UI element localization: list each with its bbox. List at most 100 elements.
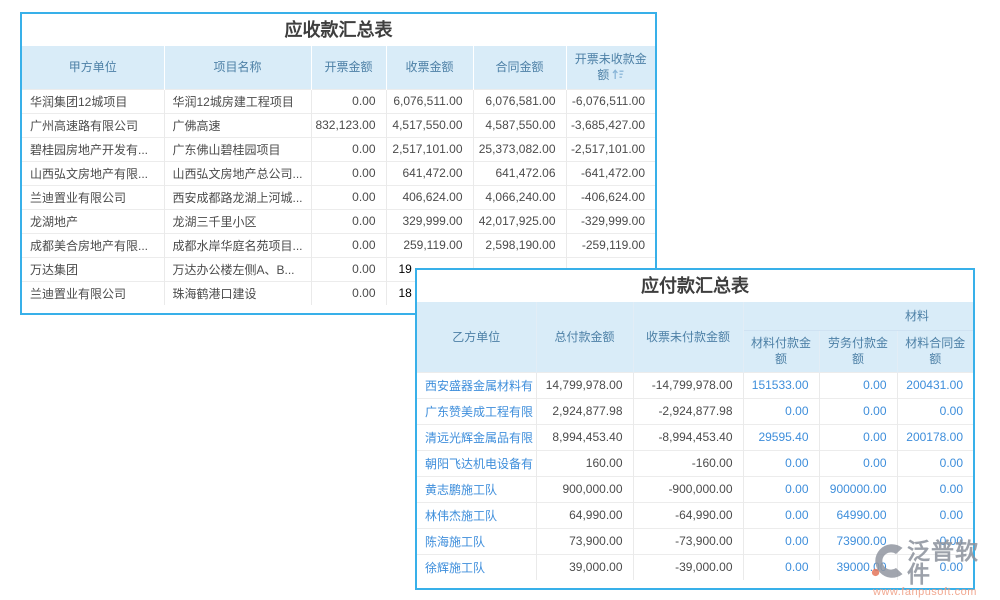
table-cell: 广佛高速 xyxy=(164,113,311,137)
table-cell: 0.00 xyxy=(897,398,973,424)
table-cell: 64990.00 xyxy=(819,502,897,528)
table-cell: -14,799,978.00 xyxy=(633,372,743,398)
table-row: 碧桂园房地产开发有... 广东佛山碧桂园项目 0.00 2,517,101.00… xyxy=(22,137,655,161)
table-cell: -2,517,101.00 xyxy=(566,137,655,161)
table-cell: 73,900.00 xyxy=(536,528,633,554)
table-row: 清远光辉金属品有限 8,994,453.40 -8,994,453.40 295… xyxy=(417,424,973,450)
table-row: 兰迪置业有限公司 西安成都路龙湖上河城... 0.00 406,624.00 4… xyxy=(22,185,655,209)
table-cell: 4,517,550.00 xyxy=(386,113,473,137)
table-cell: 329,999.00 xyxy=(386,209,473,233)
table-cell: 成都水岸华庭名苑项目... xyxy=(164,233,311,257)
table-cell: 64,990.00 xyxy=(536,502,633,528)
table-row: 广东赞美成工程有限 2,924,877.98 -2,924,877.98 0.0… xyxy=(417,398,973,424)
table-cell: -39,000.00 xyxy=(633,554,743,580)
table-cell: 0.00 xyxy=(897,476,973,502)
col-header-receipt-amount: 收票金额 xyxy=(386,46,473,89)
col-header-received-unpaid: 收票未付款金额 xyxy=(633,302,743,372)
table-cell: 29595.40 xyxy=(743,424,819,450)
table-cell: -73,900.00 xyxy=(633,528,743,554)
table-cell: 0.00 xyxy=(897,502,973,528)
table-cell: 200178.00 xyxy=(897,424,973,450)
table-cell: 4,066,240.00 xyxy=(473,185,566,209)
party-b-link[interactable]: 徐辉施工队 xyxy=(417,554,536,580)
table-cell: 0.00 xyxy=(311,233,386,257)
party-b-link[interactable]: 朝阳飞达机电设备有 xyxy=(417,450,536,476)
table-cell: 0.00 xyxy=(311,185,386,209)
receivable-table-title: 应收款汇总表 xyxy=(22,14,655,46)
table-row: 朝阳飞达机电设备有 160.00 -160.00 0.00 0.00 0.00 xyxy=(417,450,973,476)
col-header-party-a: 甲方单位 xyxy=(22,46,164,89)
table-cell: 万达办公楼左侧A、B... xyxy=(164,257,311,281)
table-cell: 碧桂园房地产开发有... xyxy=(22,137,164,161)
table-cell: 兰迪置业有限公司 xyxy=(22,185,164,209)
table-cell: 西安成都路龙湖上河城... xyxy=(164,185,311,209)
table-cell: 0.00 xyxy=(743,450,819,476)
table-cell: 0.00 xyxy=(897,450,973,476)
party-b-link[interactable]: 黄志鹏施工队 xyxy=(417,476,536,502)
table-cell: 641,472.06 xyxy=(473,161,566,185)
table-cell: 广东佛山碧桂园项目 xyxy=(164,137,311,161)
table-cell: -2,924,877.98 xyxy=(633,398,743,424)
watermark-url-text: www.fanpusoft.com xyxy=(873,587,1000,598)
table-cell: -406,624.00 xyxy=(566,185,655,209)
table-cell: 华润集团12城项目 xyxy=(22,89,164,113)
table-row: 成都美合房地产有限... 成都水岸华庭名苑项目... 0.00 259,119.… xyxy=(22,233,655,257)
col-header-labor-payment: 劳务付款金额 xyxy=(819,331,897,372)
receivable-table: 甲方单位 项目名称 开票金额 收票金额 合同金额 开票未收款金额 华润集团12城… xyxy=(22,46,655,305)
table-cell: 成都美合房地产有限... xyxy=(22,233,164,257)
table-cell: 200431.00 xyxy=(897,372,973,398)
party-b-link[interactable]: 清远光辉金属品有限 xyxy=(417,424,536,450)
table-cell: 25,373,082.00 xyxy=(473,137,566,161)
party-b-link[interactable]: 西安盛器金属材料有 xyxy=(417,372,536,398)
party-b-link[interactable]: 广东赞美成工程有限 xyxy=(417,398,536,424)
table-cell: 0.00 xyxy=(743,476,819,502)
table-cell: 0.00 xyxy=(743,502,819,528)
table-cell: 259,119.00 xyxy=(386,233,473,257)
table-cell: 龙湖三千里小区 xyxy=(164,209,311,233)
table-cell: 0.00 xyxy=(311,89,386,113)
table-row: 西安盛器金属材料有 14,799,978.00 -14,799,978.00 1… xyxy=(417,372,973,398)
col-header-total-payment: 总付款金额 xyxy=(536,302,633,372)
col-header-contract-amount: 合同金额 xyxy=(473,46,566,89)
table-cell: 0.00 xyxy=(311,137,386,161)
table-row: 山西弘文房地产有限... 山西弘文房地产总公司... 0.00 641,472.… xyxy=(22,161,655,185)
table-cell: 0.00 xyxy=(743,554,819,580)
table-cell: 406,624.00 xyxy=(386,185,473,209)
watermark-brand-text: 泛普软件 xyxy=(907,540,1000,586)
party-b-link[interactable]: 陈海施工队 xyxy=(417,528,536,554)
table-cell: 151533.00 xyxy=(743,372,819,398)
table-row: 广州高速路有限公司 广佛高速 832,123.00 4,517,550.00 4… xyxy=(22,113,655,137)
table-cell: 兰迪置业有限公司 xyxy=(22,281,164,305)
table-cell: 山西弘文房地产总公司... xyxy=(164,161,311,185)
table-cell: 0.00 xyxy=(743,398,819,424)
vendor-watermark: 泛普软件 www.fanpusoft.com xyxy=(869,540,1000,598)
table-cell: 641,472.00 xyxy=(386,161,473,185)
col-group-header-material: 材料 xyxy=(743,302,973,331)
sort-ascending-icon[interactable] xyxy=(612,68,624,84)
table-cell: 广州高速路有限公司 xyxy=(22,113,164,137)
table-cell: 6,076,581.00 xyxy=(473,89,566,113)
table-cell: 6,076,511.00 xyxy=(386,89,473,113)
col-header-invoiced-unpaid-amount[interactable]: 开票未收款金额 xyxy=(566,46,655,89)
table-cell: 0.00 xyxy=(311,161,386,185)
table-row: 林伟杰施工队 64,990.00 -64,990.00 0.00 64990.0… xyxy=(417,502,973,528)
table-cell: 0.00 xyxy=(311,257,386,281)
table-cell: 万达集团 xyxy=(22,257,164,281)
table-cell: -900,000.00 xyxy=(633,476,743,502)
table-cell: -64,990.00 xyxy=(633,502,743,528)
table-cell: 2,598,190.00 xyxy=(473,233,566,257)
table-cell: 14,799,978.00 xyxy=(536,372,633,398)
table-cell: 0.00 xyxy=(311,281,386,305)
table-cell: -6,076,511.00 xyxy=(566,89,655,113)
table-cell: 8,994,453.40 xyxy=(536,424,633,450)
payable-table-title: 应付款汇总表 xyxy=(417,270,973,302)
party-b-link[interactable]: 林伟杰施工队 xyxy=(417,502,536,528)
table-cell: 832,123.00 xyxy=(311,113,386,137)
table-row: 龙湖地产 龙湖三千里小区 0.00 329,999.00 42,017,925.… xyxy=(22,209,655,233)
table-cell: -329,999.00 xyxy=(566,209,655,233)
table-cell: 0.00 xyxy=(743,528,819,554)
table-cell: 2,517,101.00 xyxy=(386,137,473,161)
col-header-material-payment: 材料付款金额 xyxy=(743,331,819,372)
table-cell: 0.00 xyxy=(311,209,386,233)
receivable-header-row: 甲方单位 项目名称 开票金额 收票金额 合同金额 开票未收款金额 xyxy=(22,46,655,89)
